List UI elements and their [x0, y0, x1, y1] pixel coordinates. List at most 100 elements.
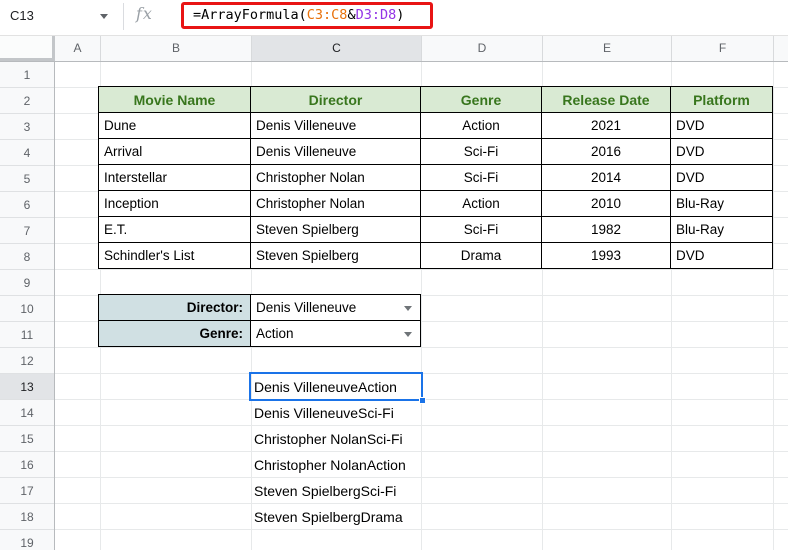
row-header-6[interactable]: 6	[0, 192, 54, 218]
fx-icon: fx	[136, 4, 153, 23]
cell-genre[interactable]: Action	[421, 191, 542, 217]
row-header-4[interactable]: 4	[0, 140, 54, 166]
movie-table-header-row: Movie Name Director Genre Release Date P…	[99, 87, 773, 113]
filter-block: Director: Denis Villeneuve Genre: Action	[98, 294, 421, 347]
result-cell-c15[interactable]: Christopher NolanSci-Fi	[251, 426, 451, 452]
cell-genre[interactable]: Sci-Fi	[421, 165, 542, 191]
table-row: Schindler's List Steven Spielberg Drama …	[99, 243, 773, 269]
filter-row-genre: Genre: Action	[99, 321, 421, 347]
dropdown-arrow-icon[interactable]	[404, 332, 412, 337]
filter-row-director: Director: Denis Villeneuve	[99, 295, 421, 321]
row-header-11[interactable]: 11	[0, 322, 54, 348]
column-header-g-sliver[interactable]	[773, 36, 788, 61]
column-header-d[interactable]: D	[421, 36, 542, 61]
formula-token: =ArrayFormula(	[193, 7, 307, 23]
column-header-f[interactable]: F	[671, 36, 773, 61]
formula-input[interactable]: =ArrayFormula(C3:C8&D3:D8)	[193, 5, 404, 26]
cell-release-date[interactable]: 2021	[542, 113, 671, 139]
column-header-c[interactable]: C	[251, 36, 421, 61]
column-header-bar: A B C D E F	[0, 35, 788, 62]
cell-genre[interactable]: Action	[421, 113, 542, 139]
movie-table: Movie Name Director Genre Release Date P…	[98, 86, 773, 269]
row-header-8[interactable]: 8	[0, 244, 54, 270]
row-header-13[interactable]: 13	[0, 374, 54, 400]
cell-movie-name[interactable]: Interstellar	[99, 165, 251, 191]
result-cell-c18[interactable]: Steven SpielbergDrama	[251, 504, 451, 530]
result-cell-c17[interactable]: Steven SpielbergSci-Fi	[251, 478, 451, 504]
row-header-9[interactable]: 9	[0, 270, 54, 296]
result-cell-c16[interactable]: Christopher NolanAction	[251, 452, 451, 478]
row-header-15[interactable]: 15	[0, 426, 54, 452]
row-header-14[interactable]: 14	[0, 400, 54, 426]
cell-genre[interactable]: Drama	[421, 243, 542, 269]
genre-dropdown-value: Action	[256, 326, 294, 341]
cell-director[interactable]: Steven Spielberg	[251, 217, 421, 243]
row-header-5[interactable]: 5	[0, 166, 54, 192]
select-all-corner[interactable]	[0, 36, 55, 61]
cell-platform[interactable]: DVD	[671, 113, 773, 139]
cell-genre[interactable]: Sci-Fi	[421, 139, 542, 165]
director-dropdown[interactable]: Denis Villeneuve	[251, 295, 421, 321]
cell-director[interactable]: Christopher Nolan	[251, 191, 421, 217]
formula-token: &	[347, 7, 355, 23]
column-header-e[interactable]: E	[542, 36, 671, 61]
formula-range-token-1: C3:C8	[307, 7, 348, 23]
column-header-b[interactable]: B	[100, 36, 251, 61]
cell-director[interactable]: Christopher Nolan	[251, 165, 421, 191]
cell-genre[interactable]: Sci-Fi	[421, 217, 542, 243]
table-row: Inception Christopher Nolan Action 2010 …	[99, 191, 773, 217]
cell-movie-name[interactable]: Dune	[99, 113, 251, 139]
fill-handle[interactable]	[419, 397, 426, 404]
column-header-a[interactable]: A	[55, 36, 100, 61]
cell-platform[interactable]: Blu-Ray	[671, 191, 773, 217]
movie-table-header-cell[interactable]: Platform	[671, 87, 773, 113]
cell-director[interactable]: Denis Villeneuve	[251, 139, 421, 165]
row-header-bar: 1 2 3 4 5 6 7 8 9 10 11 12 13 14 15 16 1…	[0, 62, 55, 550]
table-row: Arrival Denis Villeneuve Sci-Fi 2016 DVD	[99, 139, 773, 165]
gridline-vertical	[773, 62, 774, 550]
director-dropdown-value: Denis Villeneuve	[256, 300, 356, 315]
row-header-7[interactable]: 7	[0, 218, 54, 244]
cell-director[interactable]: Steven Spielberg	[251, 243, 421, 269]
cell-release-date[interactable]: 2014	[542, 165, 671, 191]
cell-movie-name[interactable]: E.T.	[99, 217, 251, 243]
cell-release-date[interactable]: 2010	[542, 191, 671, 217]
cell-platform[interactable]: DVD	[671, 243, 773, 269]
cell-movie-name[interactable]: Arrival	[99, 139, 251, 165]
row-header-18[interactable]: 18	[0, 504, 54, 530]
row-header-3[interactable]: 3	[0, 114, 54, 140]
chevron-down-icon[interactable]	[100, 14, 108, 19]
toolbar-divider	[123, 3, 124, 30]
cell-platform[interactable]: DVD	[671, 139, 773, 165]
row-header-2[interactable]: 2	[0, 88, 54, 114]
formula-token: )	[396, 7, 404, 23]
cell-release-date[interactable]: 1982	[542, 217, 671, 243]
movie-table-header-cell[interactable]: Release Date	[542, 87, 671, 113]
sheet-grid: 1 2 3 4 5 6 7 8 9 10 11 12 13 14 15 16 1…	[0, 62, 788, 550]
cell-platform[interactable]: Blu-Ray	[671, 217, 773, 243]
genre-dropdown[interactable]: Action	[251, 321, 421, 347]
dropdown-arrow-icon[interactable]	[404, 306, 412, 311]
table-row: Dune Denis Villeneuve Action 2021 DVD	[99, 113, 773, 139]
table-row: Interstellar Christopher Nolan Sci-Fi 20…	[99, 165, 773, 191]
row-header-16[interactable]: 16	[0, 452, 54, 478]
cell-release-date[interactable]: 1993	[542, 243, 671, 269]
formula-toolbar: C13 fx =ArrayFormula(C3:C8&D3:D8)	[0, 0, 788, 35]
row-header-19[interactable]: 19	[0, 530, 54, 550]
row-header-17[interactable]: 17	[0, 478, 54, 504]
name-box-value: C13	[10, 0, 34, 32]
cell-platform[interactable]: DVD	[671, 165, 773, 191]
row-header-10[interactable]: 10	[0, 296, 54, 322]
movie-table-header-cell[interactable]: Genre	[421, 87, 542, 113]
cell-release-date[interactable]: 2016	[542, 139, 671, 165]
row-header-12[interactable]: 12	[0, 348, 54, 374]
cell-movie-name[interactable]: Schindler's List	[99, 243, 251, 269]
row-header-1[interactable]: 1	[0, 62, 54, 88]
formula-highlight-box: =ArrayFormula(C3:C8&D3:D8)	[181, 2, 433, 29]
cell-movie-name[interactable]: Inception	[99, 191, 251, 217]
movie-table-header-cell[interactable]: Director	[251, 87, 421, 113]
cell-director[interactable]: Denis Villeneuve	[251, 113, 421, 139]
movie-table-header-cell[interactable]: Movie Name	[99, 87, 251, 113]
formula-range-token-2: D3:D8	[356, 7, 397, 23]
name-box[interactable]: C13	[0, 0, 122, 35]
